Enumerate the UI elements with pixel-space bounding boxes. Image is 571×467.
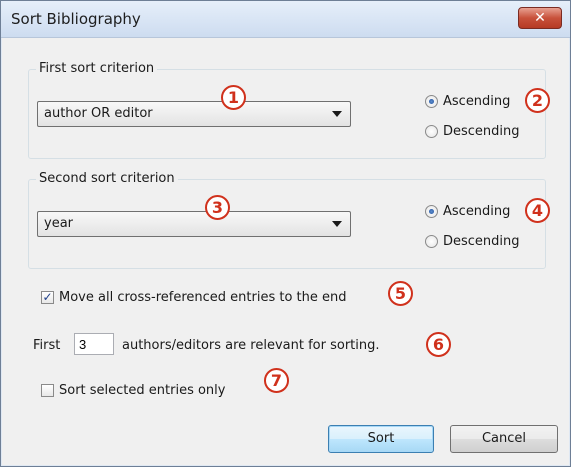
second-ascending-label: Ascending: [443, 204, 511, 219]
sort-button[interactable]: Sort: [328, 425, 434, 453]
close-icon: ✕: [534, 10, 546, 26]
authors-count-input[interactable]: [74, 333, 114, 355]
first-sort-criterion-dropdown[interactable]: author OR editor: [37, 101, 351, 127]
first-sort-criterion-value: author OR editor: [44, 106, 153, 121]
callout-marker-3: 3: [205, 195, 230, 220]
first-sort-criterion-group: First sort criterion author OR editor As…: [28, 61, 546, 159]
second-sort-criterion-dropdown[interactable]: year: [37, 211, 351, 237]
first-descending-radio[interactable]: Descending: [425, 124, 520, 139]
radio-unselected-icon: [425, 125, 438, 138]
second-sort-criterion-label: Second sort criterion: [36, 171, 178, 186]
chevron-down-icon: [332, 221, 342, 227]
move-cross-referenced-checkbox[interactable]: ✓ Move all cross-referenced entries to t…: [41, 290, 347, 305]
radio-selected-icon: [425, 205, 438, 218]
sort-bibliography-dialog: Sort Bibliography ✕ First sort criterion…: [0, 0, 571, 467]
second-descending-label: Descending: [443, 234, 520, 249]
radio-unselected-icon: [425, 235, 438, 248]
second-ascending-radio[interactable]: Ascending: [425, 204, 510, 219]
callout-marker-7: 7: [264, 368, 289, 393]
checkbox-unchecked-icon: [41, 384, 54, 397]
radio-selected-icon: [425, 95, 438, 108]
close-button[interactable]: ✕: [518, 7, 562, 29]
sort-selected-only-label: Sort selected entries only: [59, 383, 226, 398]
dialog-title: Sort Bibliography: [11, 10, 141, 28]
authors-relevance-text: authors/editors are relevant for sorting…: [122, 338, 380, 353]
chevron-down-icon: [332, 111, 342, 117]
cancel-button-label: Cancel: [481, 431, 527, 446]
callout-marker-2: 2: [525, 88, 550, 113]
sort-button-label: Sort: [367, 431, 395, 446]
first-ascending-radio[interactable]: Ascending: [425, 94, 510, 109]
callout-marker-5: 5: [388, 281, 413, 306]
first-ascending-label: Ascending: [443, 94, 511, 109]
callout-marker-6: 6: [426, 332, 451, 357]
cancel-button[interactable]: Cancel: [450, 425, 558, 453]
first-prefix-text: First: [33, 338, 61, 353]
first-descending-label: Descending: [443, 124, 520, 139]
first-sort-criterion-label: First sort criterion: [36, 61, 158, 76]
second-sort-criterion-value: year: [44, 216, 74, 231]
second-descending-radio[interactable]: Descending: [425, 234, 520, 249]
checkbox-checked-icon: ✓: [41, 290, 54, 304]
callout-marker-1: 1: [221, 85, 246, 110]
sort-selected-only-checkbox[interactable]: Sort selected entries only: [41, 383, 225, 398]
callout-marker-4: 4: [525, 198, 550, 223]
second-sort-criterion-group: Second sort criterion year Ascending Des…: [28, 171, 546, 269]
move-cross-referenced-label: Move all cross-referenced entries to the…: [59, 290, 347, 305]
title-bar[interactable]: Sort Bibliography ✕: [1, 1, 570, 38]
